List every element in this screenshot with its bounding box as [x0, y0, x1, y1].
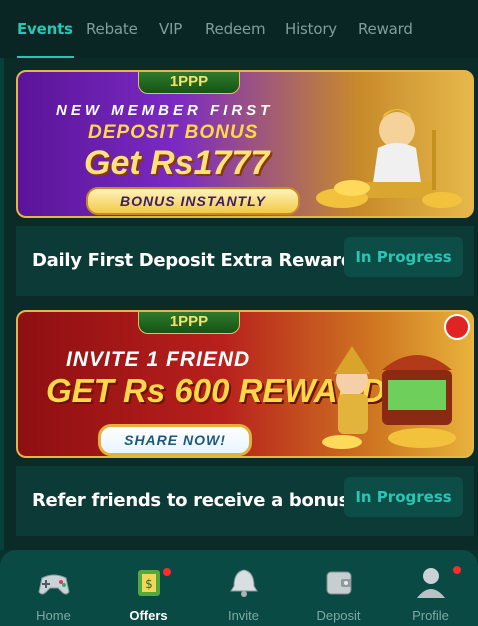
banner-pill: SHARE NOW! [98, 424, 252, 456]
svg-text:$: $ [145, 577, 153, 591]
tab-events[interactable]: Events [17, 20, 73, 38]
nav-label: Deposit [316, 608, 361, 623]
in-progress-button[interactable]: In Progress [344, 237, 463, 277]
banner-pill: BONUS INSTANTLY [86, 187, 300, 215]
nav-label: Home [36, 608, 71, 623]
jester-treasure-illustration-icon [322, 346, 456, 449]
bell-icon [230, 569, 258, 597]
tab-history[interactable]: History [285, 20, 337, 38]
banner-subheadline: DEPOSIT BONUS [88, 122, 259, 143]
event-title: Daily First Deposit Extra Reward [32, 250, 354, 271]
event-banner-referral[interactable]: 1PPP INVITE 1 FRIEND GET Rs 600 REWARD S… [16, 310, 474, 458]
nav-label: Profile [412, 608, 449, 623]
brand-logo: 1PPP [138, 312, 240, 334]
nav-label: Offers [129, 608, 168, 623]
tab-reward[interactable]: Reward [358, 20, 413, 38]
gift-icon: $ [138, 570, 160, 596]
banner-headline: NEW MEMBER FIRST [56, 102, 274, 119]
nav-deposit[interactable]: Deposit [291, 550, 386, 626]
user-icon [417, 568, 445, 598]
share-icon[interactable] [444, 314, 470, 340]
tab-rebate[interactable]: Rebate [86, 20, 138, 38]
notification-dot [163, 568, 171, 576]
banner-amount: Get Rs1777 [84, 144, 270, 182]
event-card-referral: 1PPP INVITE 1 FRIEND GET Rs 600 REWARD S… [16, 310, 478, 536]
zeus-illustration-icon [316, 109, 462, 208]
left-edge-stripe [0, 58, 4, 550]
tab-vip[interactable]: VIP [159, 20, 182, 38]
gamepad-icon [38, 574, 70, 595]
notification-dot [453, 566, 461, 574]
nav-label: Invite [227, 608, 260, 623]
nav-offers[interactable]: $ Offers [101, 550, 196, 626]
banner-headline: INVITE 1 FRIEND [66, 348, 251, 371]
event-title: Refer friends to receive a bonus 2 [32, 490, 368, 511]
event-row-deposit: Daily First Deposit Extra Reward In Prog… [16, 226, 474, 296]
nav-home[interactable]: Home [6, 550, 101, 626]
nav-profile[interactable]: Profile [383, 550, 478, 626]
nav-invite[interactable]: Invite [196, 550, 291, 626]
event-row-referral: Refer friends to receive a bonus 2 In Pr… [16, 466, 474, 536]
wallet-icon [326, 571, 352, 595]
top-tab-bar: Events Rebate VIP Redeem History Reward [0, 0, 478, 58]
in-progress-button[interactable]: In Progress [344, 477, 463, 517]
tab-redeem[interactable]: Redeem [205, 20, 266, 38]
event-banner-deposit[interactable]: 1PPP NEW MEMBER FIRST DEPOSIT BONUS Get … [16, 70, 474, 218]
bottom-navigation: Home $ Offers Invite Deposit Profile [0, 550, 478, 626]
event-card-deposit: 1PPP NEW MEMBER FIRST DEPOSIT BONUS Get … [16, 70, 478, 296]
brand-logo: 1PPP [138, 72, 240, 94]
